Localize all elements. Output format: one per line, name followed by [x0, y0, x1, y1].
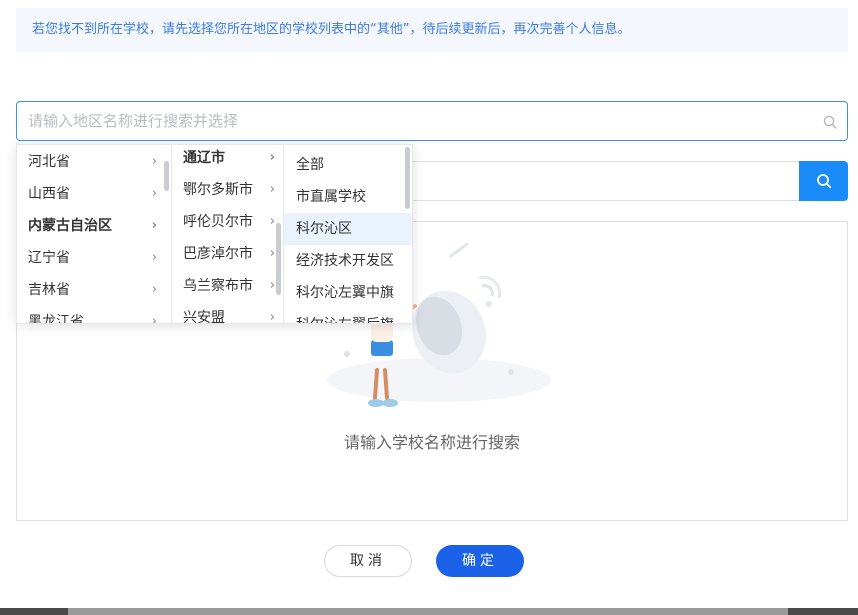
chevron-right-icon: › — [269, 214, 275, 229]
district-option[interactable]: 科尔沁左翼中旗 — [284, 277, 412, 309]
city-option[interactable]: 鄂尔多斯市 › — [172, 174, 283, 206]
province-option[interactable]: 辽宁省 › — [17, 242, 171, 274]
district-list: 全部市直属学校科尔沁区经济技术开发区科尔沁左翼中旗科尔沁左翼后旗 — [284, 149, 412, 323]
city-option[interactable]: 通辽市 › — [172, 145, 283, 174]
chevron-right-icon: › — [269, 310, 275, 324]
city-option-label: 通辽市 — [183, 150, 225, 166]
chevron-right-icon: › — [151, 314, 157, 324]
confirm-button[interactable]: 确定 — [436, 545, 524, 577]
scrollbar-thumb[interactable] — [68, 608, 788, 615]
province-option-label: 吉林省 — [28, 282, 70, 298]
province-option-label: 黑龙江省 — [28, 314, 84, 324]
district-option-label: 经济技术开发区 — [296, 253, 394, 269]
chevron-right-icon: › — [151, 282, 157, 297]
province-option[interactable]: 山西省 › — [17, 178, 171, 210]
city-option[interactable]: 呼伦贝尔市 › — [172, 206, 283, 238]
province-option-label: 辽宁省 — [28, 250, 70, 266]
province-option-label: 内蒙古自治区 — [28, 218, 112, 234]
city-option[interactable]: 巴彦淖尔市 › — [172, 238, 283, 270]
province-option[interactable]: 吉林省 › — [17, 274, 171, 306]
district-option-label: 科尔沁区 — [296, 221, 352, 237]
search-icon — [816, 174, 831, 189]
district-scrollbar[interactable] — [405, 147, 410, 209]
chevron-right-icon: › — [151, 250, 157, 265]
province-list: 河北省 › 山西省 › 内蒙古自治区 › 辽宁省 › 吉林省 › 黑龙江省 › — [17, 146, 171, 324]
province-option[interactable]: 内蒙古自治区 › — [17, 210, 171, 242]
horizontal-scrollbar[interactable] — [0, 608, 858, 615]
search-icon[interactable] — [823, 115, 837, 129]
district-option[interactable]: 科尔沁区 — [284, 213, 412, 245]
district-option[interactable]: 市直属学校 — [284, 181, 412, 213]
district-option[interactable]: 科尔沁左翼后旗 — [284, 309, 412, 323]
school-search-button[interactable] — [799, 161, 848, 201]
city-option-label: 兴安盟 — [183, 310, 225, 324]
city-option-label: 乌兰察布市 — [183, 278, 253, 294]
city-option[interactable]: 乌兰察布市 › — [172, 270, 283, 302]
province-column[interactable]: 河北省 › 山西省 › 内蒙古自治区 › 辽宁省 › 吉林省 › 黑龙江省 › — [17, 145, 172, 324]
province-scrollbar[interactable] — [164, 161, 169, 191]
district-option-label: 科尔沁左翼后旗 — [296, 317, 394, 323]
city-column[interactable]: 通辽市 › 鄂尔多斯市 › 呼伦贝尔市 › 巴彦淖尔市 › 乌兰察布市 › 兴安盟 › — [172, 145, 284, 324]
district-option-label: 全部 — [296, 157, 324, 173]
district-option[interactable]: 全部 — [284, 149, 412, 181]
dialog-footer: 取消 确定 — [0, 545, 858, 577]
city-option[interactable]: 兴安盟 › — [172, 302, 283, 324]
region-cascader-dropdown: 河北省 › 山西省 › 内蒙古自治区 › 辽宁省 › 吉林省 › 黑龙江省 › 通辽市 › 鄂尔多斯市 › 呼… — [16, 144, 413, 324]
cancel-button[interactable]: 取消 — [324, 545, 412, 577]
empty-state-text: 请输入学校名称进行搜索 — [343, 433, 520, 452]
province-option-label: 山西省 — [28, 186, 70, 202]
city-scrollbar[interactable] — [276, 223, 281, 295]
chevron-right-icon: › — [269, 150, 275, 165]
district-column[interactable]: 全部市直属学校科尔沁区经济技术开发区科尔沁左翼中旗科尔沁左翼后旗 — [284, 145, 412, 323]
chevron-right-icon: › — [269, 182, 275, 197]
city-option-label: 呼伦贝尔市 — [183, 214, 253, 230]
notice-banner: 若您找不到所在学校，请先选择您所在地区的学校列表中的“其他”，待后续更新后，再次… — [16, 8, 848, 52]
region-search-placeholder: 请输入地区名称进行搜索并选择 — [28, 112, 239, 130]
city-list: 通辽市 › 鄂尔多斯市 › 呼伦贝尔市 › 巴彦淖尔市 › 乌兰察布市 › 兴安盟 › — [172, 145, 283, 324]
province-option[interactable]: 黑龙江省 › — [17, 306, 171, 324]
province-option[interactable]: 河北省 › — [17, 146, 171, 178]
city-option-label: 鄂尔多斯市 — [183, 182, 253, 198]
city-option-label: 巴彦淖尔市 — [183, 246, 253, 262]
province-option-label: 河北省 — [28, 154, 70, 170]
school-select-page: 若您找不到所在学校，请先选择您所在地区的学校列表中的“其他”，待后续更新后，再次… — [0, 0, 858, 615]
chevron-right-icon: › — [151, 218, 157, 233]
district-option[interactable]: 经济技术开发区 — [284, 245, 412, 277]
district-option-label: 市直属学校 — [296, 189, 366, 205]
region-search-input[interactable]: 请输入地区名称进行搜索并选择 — [16, 101, 848, 141]
chevron-right-icon: › — [269, 246, 275, 261]
chevron-right-icon: › — [151, 154, 157, 169]
chevron-right-icon: › — [151, 186, 157, 201]
district-option-label: 科尔沁左翼中旗 — [296, 285, 394, 301]
chevron-right-icon: › — [269, 278, 275, 293]
